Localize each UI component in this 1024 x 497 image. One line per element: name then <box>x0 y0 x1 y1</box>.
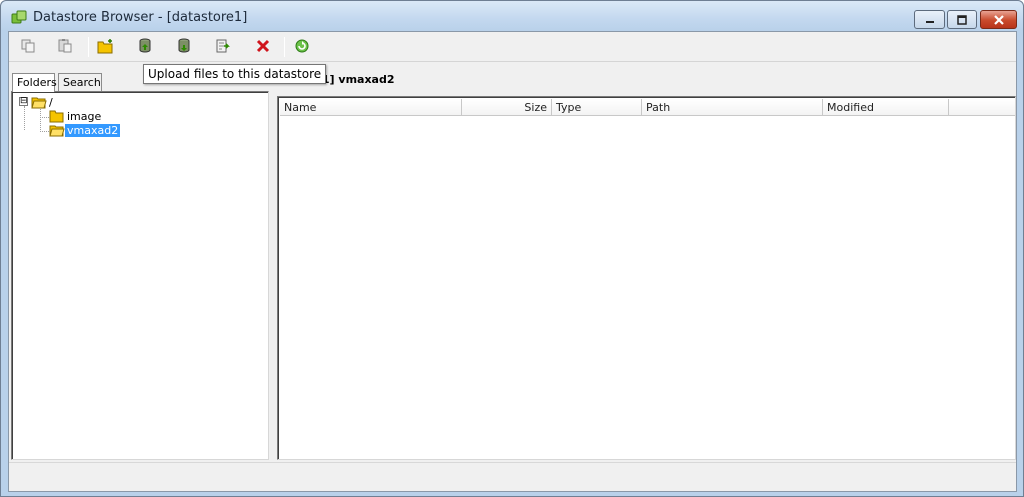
register-vm-button[interactable] <box>212 36 234 56</box>
tree-line <box>24 106 25 130</box>
vsphere-app-icon <box>11 10 27 24</box>
folder-open-icon <box>49 125 65 137</box>
title-bar[interactable]: Datastore Browser - [datastore1] <box>1 1 1023 31</box>
refresh-icon <box>295 39 309 53</box>
delete-icon <box>256 39 270 53</box>
tree-node-label: / <box>49 95 53 109</box>
tree-line <box>40 131 49 132</box>
file-list: Name Size Type Path Modified <box>277 96 1016 460</box>
toolbar-separator <box>88 37 89 57</box>
column-header-type[interactable]: Type <box>552 99 642 116</box>
column-header-size[interactable]: Size <box>462 99 552 116</box>
tree-node-root[interactable]: / <box>31 95 55 109</box>
delete-button[interactable] <box>252 36 274 56</box>
copy-icon <box>21 39 35 53</box>
tree-line <box>40 117 49 118</box>
minimize-button[interactable] <box>914 10 945 29</box>
register-vm-icon <box>216 39 230 53</box>
upload-datastore-icon <box>139 38 151 53</box>
upload-button[interactable] <box>134 36 156 56</box>
datastore-browser-window: Datastore Browser - [datastore1] Folders… <box>0 0 1024 497</box>
client-area: Folders Search re1] vmaxad2 ⊟ / image vm… <box>8 31 1017 492</box>
folder-icon <box>49 110 64 123</box>
paste-icon <box>58 39 72 53</box>
tab-search[interactable]: Search <box>58 73 102 91</box>
minimize-icon <box>925 21 934 23</box>
refresh-button[interactable] <box>291 36 313 56</box>
tree-node-vmaxad2[interactable]: vmaxad2 <box>49 123 121 137</box>
tree-node-label: image <box>67 109 102 123</box>
tree-node-image[interactable]: image <box>49 109 103 123</box>
download-datastore-icon <box>178 38 190 53</box>
folder-tree: ⊟ / image vmaxad2 <box>11 91 269 460</box>
collapse-icon[interactable]: ⊟ <box>19 97 28 106</box>
column-header-path[interactable]: Path <box>642 99 823 116</box>
upload-tooltip: Upload files to this datastore <box>143 64 327 84</box>
maximize-button[interactable] <box>947 10 977 29</box>
paste-button[interactable] <box>54 36 76 56</box>
close-window-button[interactable] <box>980 10 1017 29</box>
tab-folders[interactable]: Folders <box>12 73 57 92</box>
file-list-header: Name Size Type Path Modified <box>280 99 1015 116</box>
status-bar <box>9 462 1016 491</box>
tree-node-label: vmaxad2 <box>65 123 121 137</box>
column-header-modified[interactable]: Modified <box>823 99 949 116</box>
toolbar <box>9 32 1016 62</box>
close-icon <box>993 15 1004 25</box>
copy-button[interactable] <box>17 36 39 56</box>
new-folder-icon <box>97 39 113 54</box>
window-title: Datastore Browser - [datastore1] <box>33 10 248 25</box>
column-header-name[interactable]: Name <box>280 99 462 116</box>
folder-open-icon <box>31 97 47 109</box>
maximize-icon <box>957 15 967 25</box>
toolbar-separator <box>284 37 285 57</box>
new-folder-button[interactable] <box>95 36 117 56</box>
download-button[interactable] <box>173 36 195 56</box>
